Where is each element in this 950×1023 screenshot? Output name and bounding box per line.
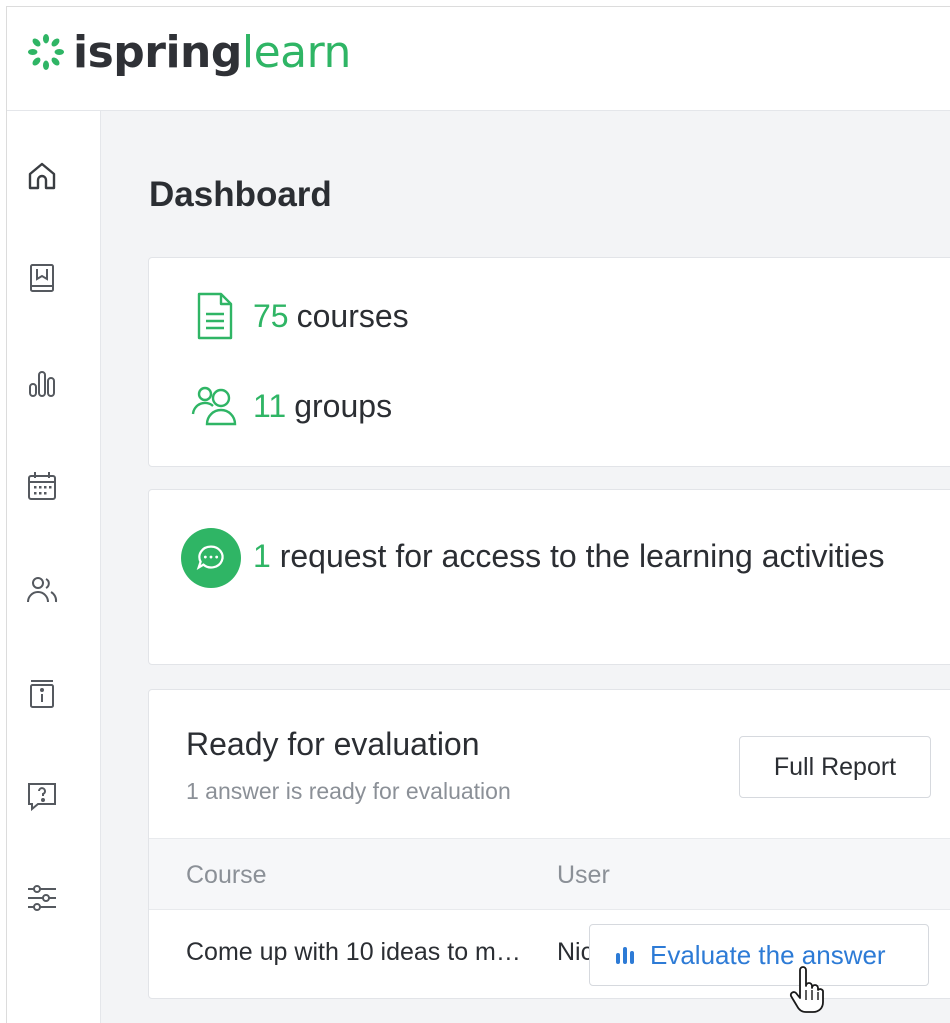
evaluate-answer-label: Evaluate the answer [650,939,886,970]
groups-icon [191,386,237,426]
sidebar-item-calendar[interactable] [21,465,63,507]
book-icon [30,264,54,292]
user-cell: Nic [557,938,594,966]
column-header-user: User [557,861,610,889]
full-report-button[interactable]: Full Report [739,736,931,798]
sidebar [7,111,101,1023]
groups-label: groups [294,387,393,424]
bar-chart-icon [29,371,55,397]
sidebar-item-users[interactable] [21,569,63,611]
requests-card[interactable]: 1 request for access to the learning act… [148,489,950,665]
page-title: Dashboard [149,175,332,214]
sliders-icon [28,885,56,911]
request-count: 1 [253,538,271,574]
courses-count: 75 [253,297,289,334]
evaluation-card: Ready for evaluation 1 answer is ready f… [148,689,950,999]
document-icon [197,292,233,340]
courses-stat[interactable]: 75 courses [189,290,409,342]
sidebar-item-catalog[interactable] [21,673,63,715]
main-content: Dashboard 75 courses 11 groups 1 request… [101,111,950,1023]
top-bar: ispringlearn [7,7,950,111]
info-book-icon [30,680,54,708]
evaluate-answer-button[interactable]: Evaluate the answer [589,924,929,986]
ispring-logo-icon [27,33,65,71]
request-message: 1 request for access to the learning act… [253,534,893,578]
request-text: request for access to the learning activ… [279,538,885,574]
app-window: ispringlearn Dashboard 75 courses 11 gro… [6,6,950,1023]
course-cell: Come up with 10 ideas to m… [186,938,521,966]
groups-count: 11 [253,387,287,424]
courses-label: courses [296,297,409,334]
help-chat-icon [28,783,56,812]
sidebar-item-help[interactable] [21,775,63,817]
brand-name-part1: ispring [73,26,242,78]
users-icon [27,577,58,603]
calendar-icon [28,472,56,500]
evaluation-title: Ready for evaluation [186,726,480,762]
sidebar-item-reports[interactable] [21,363,63,405]
table-row[interactable]: Come up with 10 ideas to m… Nic Evaluate… [149,910,950,998]
brand-name: ispringlearn [73,27,351,78]
request-chat-icon [181,528,241,588]
bar-chart-icon [616,947,634,964]
column-header-course: Course [186,861,267,889]
brand-logo[interactable]: ispringlearn [27,27,351,78]
table-header: Course User [149,838,950,910]
evaluation-subtitle: 1 answer is ready for evaluation [186,778,511,804]
sidebar-item-home[interactable] [21,155,63,197]
hand-cursor-icon [789,966,824,1013]
sidebar-item-courses[interactable] [21,257,63,299]
sidebar-item-settings[interactable] [21,877,63,919]
summary-card: 75 courses 11 groups [148,257,950,467]
brand-name-part2: learn [241,26,351,78]
home-icon [28,162,56,190]
groups-stat[interactable]: 11 groups [189,380,392,432]
